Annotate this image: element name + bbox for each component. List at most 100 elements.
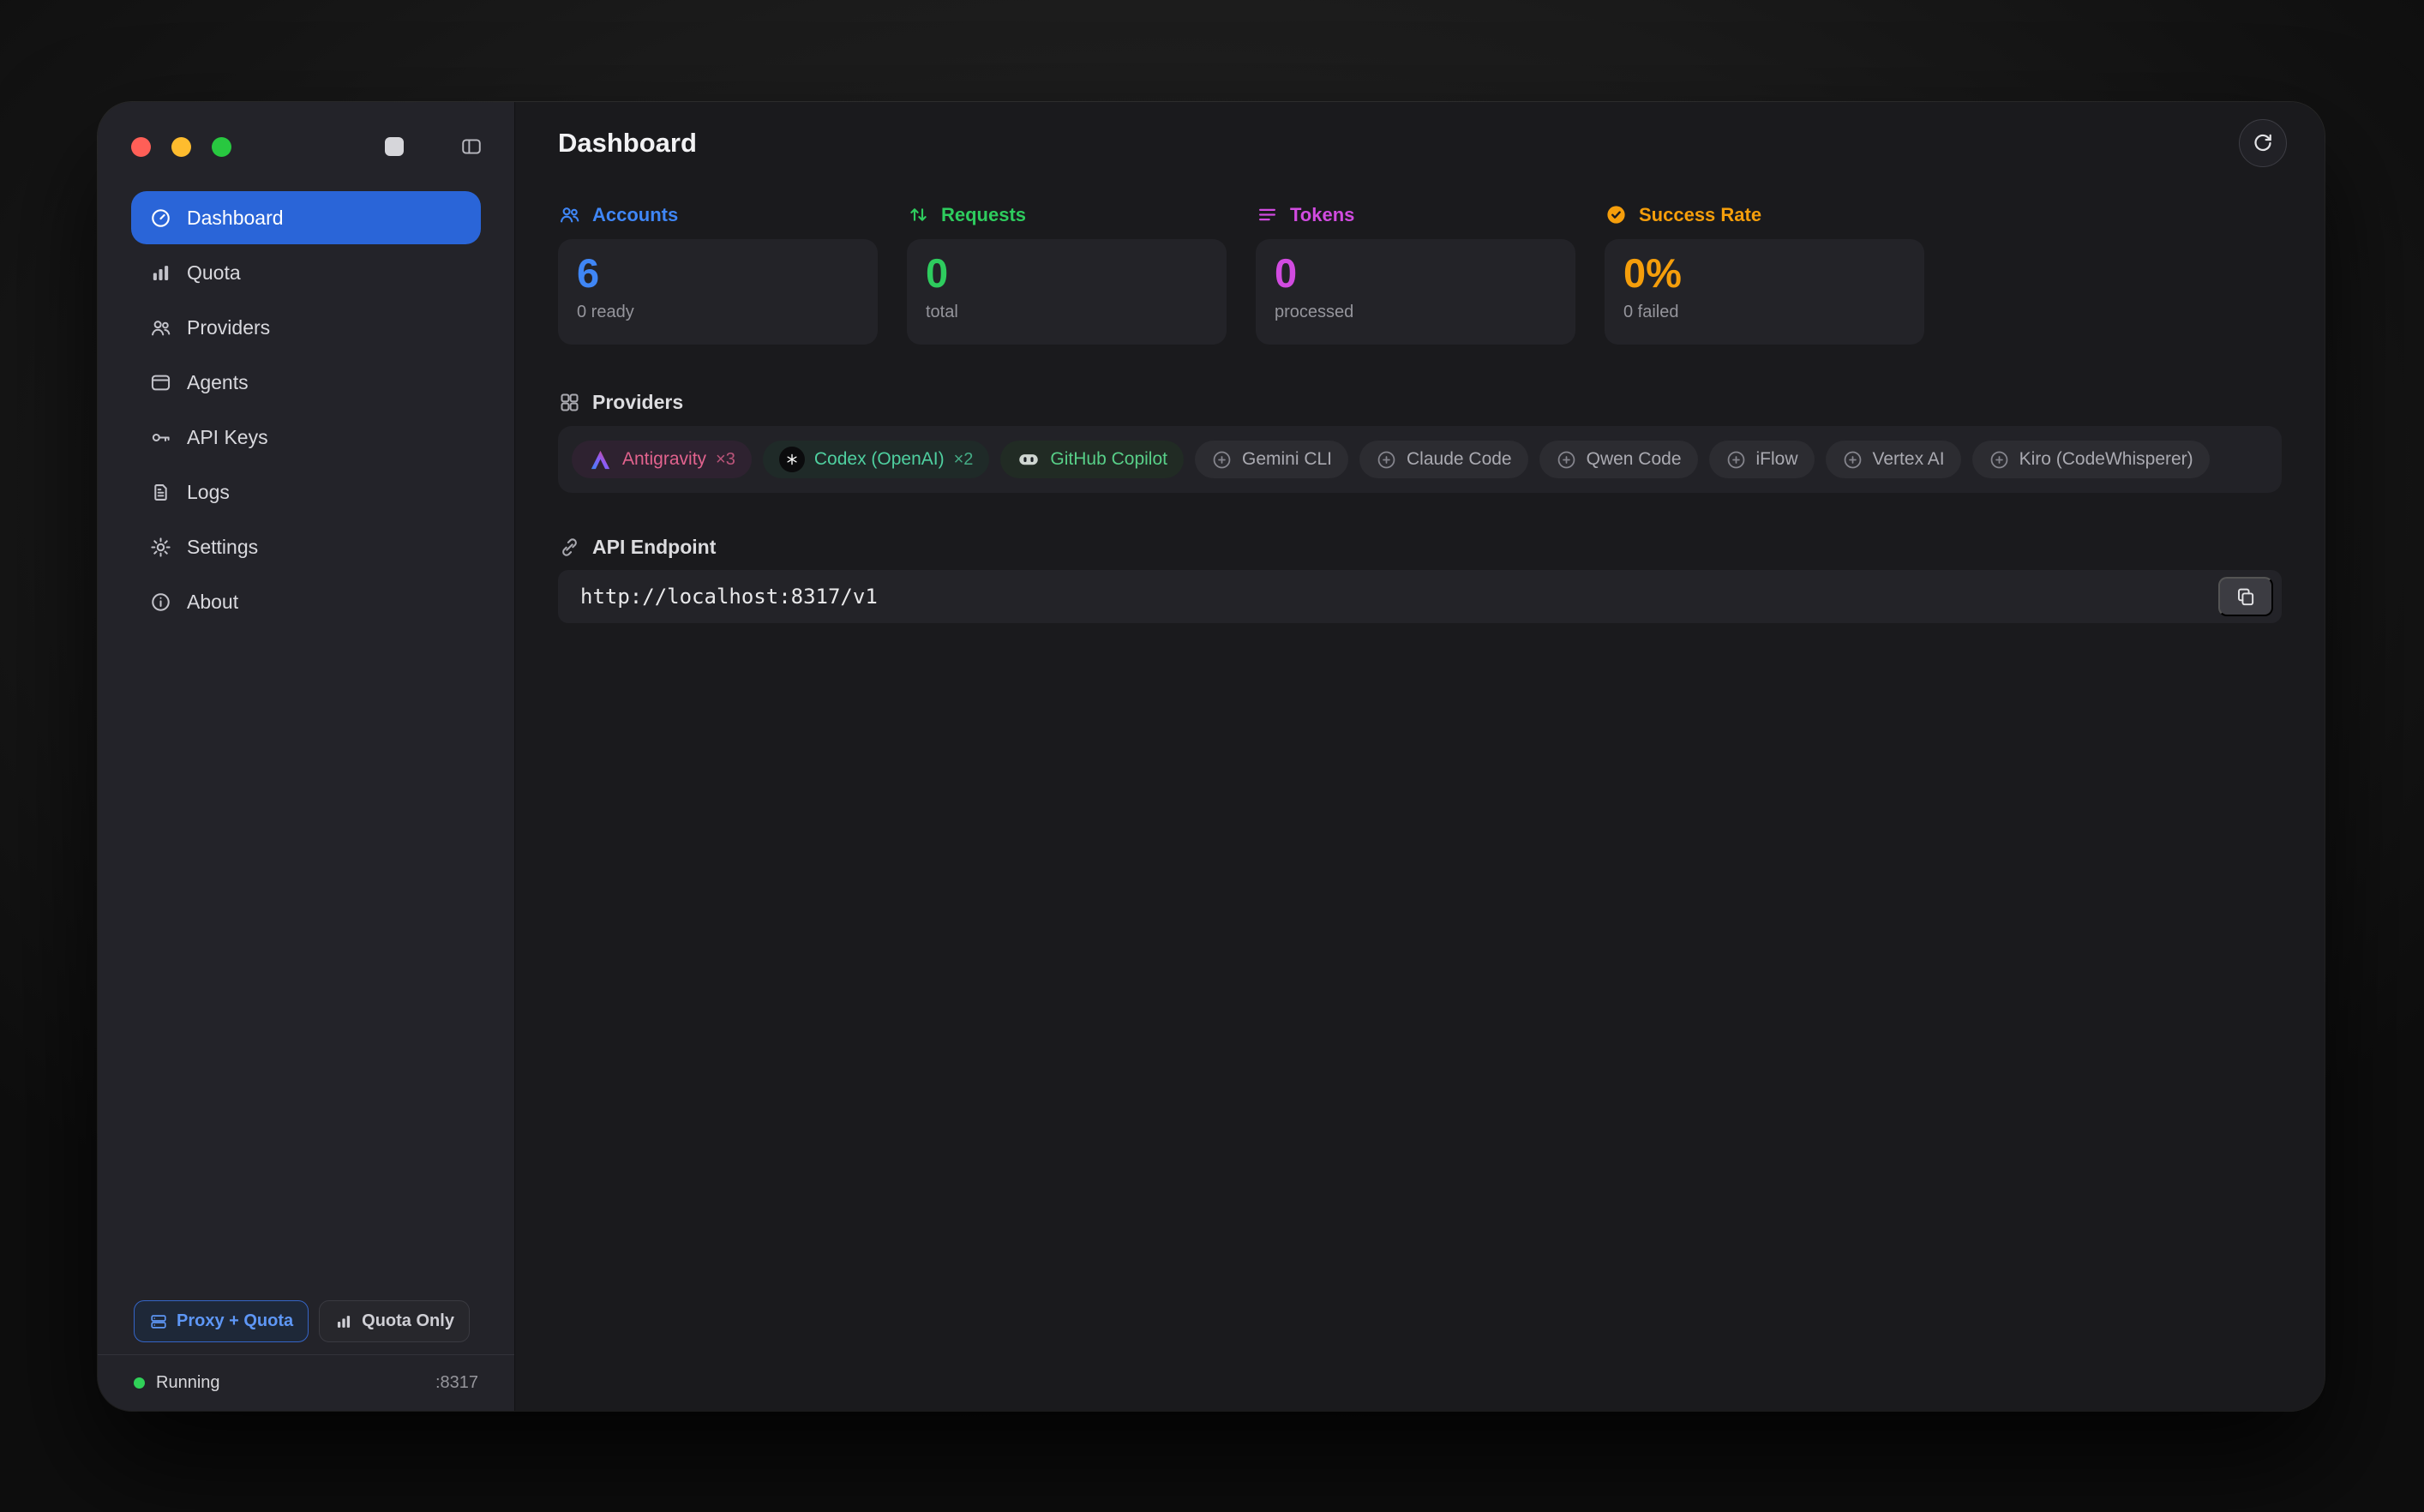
plus-circle-icon — [1989, 449, 2010, 471]
gauge-icon — [149, 207, 172, 230]
sidebar-item-providers[interactable]: Providers — [131, 301, 481, 354]
titlebar-buttons — [380, 132, 486, 161]
provider-chip-label: iFlow — [1756, 449, 1798, 470]
stat-header: Accounts — [558, 203, 878, 226]
copy-endpoint-button[interactable] — [2218, 577, 2273, 616]
providers-panel: Antigravity ×3 Codex (OpenAI) ×2 GitHub … — [558, 426, 2282, 493]
provider-chip-vertex-ai[interactable]: Vertex AI — [1826, 441, 1961, 478]
provider-chip-github-copilot[interactable]: GitHub Copilot — [1000, 441, 1184, 478]
arrows-up-down-icon — [907, 203, 930, 226]
document-icon — [149, 481, 172, 504]
app-window-icon — [149, 371, 172, 394]
provider-chip-iflow[interactable]: iFlow — [1709, 441, 1815, 478]
sidebar-item-label: Settings — [187, 536, 258, 559]
stat-card: 6 0 ready — [558, 239, 878, 345]
sidebar-item-logs[interactable]: Logs — [131, 465, 481, 519]
mode-proxy-quota-button[interactable]: Proxy + Quota — [134, 1300, 309, 1342]
api-endpoint-bar: http://localhost:8317/v1 — [558, 570, 2282, 623]
sidebar-toggle-icon[interactable] — [457, 132, 486, 161]
mini-bars-icon — [334, 1312, 353, 1331]
main-content: Dashboard Accounts 6 0 ready — [515, 102, 2325, 1411]
sidebar-item-quota[interactable]: Quota — [131, 246, 481, 299]
status-dot — [134, 1377, 145, 1389]
stat-sub: 0 failed — [1623, 303, 1905, 322]
status-port: :8317 — [435, 1373, 478, 1393]
link-icon — [558, 536, 581, 559]
stat-success-rate: Success Rate 0% 0 failed — [1605, 203, 1924, 345]
mode-label: Quota Only — [362, 1311, 454, 1331]
stat-sub: total — [926, 303, 1208, 322]
traffic-lights — [131, 137, 231, 157]
list-icon — [1256, 203, 1279, 226]
stat-sub: processed — [1275, 303, 1557, 322]
plus-circle-icon — [1376, 449, 1397, 471]
provider-chip-count: ×3 — [716, 450, 735, 470]
sidebar-nav: Dashboard Quota Providers Agents API Key… — [98, 191, 514, 628]
stats-row: Accounts 6 0 ready Requests 0 total — [515, 203, 2325, 345]
antigravity-logo-icon — [588, 447, 613, 472]
sidebar-bottom: Proxy + Quota Quota Only Running :8317 — [98, 1300, 514, 1411]
stat-label: Accounts — [592, 204, 678, 226]
plus-circle-icon — [1211, 449, 1233, 471]
stat-sub: 0 ready — [577, 303, 859, 322]
gear-icon — [149, 536, 172, 559]
provider-chip-label: GitHub Copilot — [1050, 449, 1167, 470]
refresh-button[interactable] — [2239, 119, 2287, 167]
stop-glyph — [385, 137, 404, 156]
stat-requests: Requests 0 total — [907, 203, 1227, 345]
provider-chip-label: Vertex AI — [1873, 449, 1945, 470]
sidebar-item-label: API Keys — [187, 426, 268, 449]
stat-label: Success Rate — [1639, 204, 1761, 226]
info-icon — [149, 591, 172, 614]
stat-label: Tokens — [1290, 204, 1354, 226]
page-title: Dashboard — [558, 119, 697, 167]
provider-chip-label: Gemini CLI — [1242, 449, 1332, 470]
sidebar-item-label: Dashboard — [187, 207, 284, 230]
provider-chip-gemini-cli[interactable]: Gemini CLI — [1195, 441, 1348, 478]
provider-chip-kiro-codewhisperer[interactable]: Kiro (CodeWhisperer) — [1972, 441, 2210, 478]
minimize-button[interactable] — [171, 137, 191, 157]
provider-chip-claude-code[interactable]: Claude Code — [1359, 441, 1528, 478]
provider-chip-label: Codex (OpenAI) — [814, 449, 945, 470]
mode-toggle: Proxy + Quota Quota Only — [98, 1300, 514, 1354]
provider-chip-codex-openai[interactable]: Codex (OpenAI) ×2 — [763, 441, 990, 478]
proxy-server-icon — [149, 1312, 168, 1331]
users-icon — [558, 203, 581, 226]
stop-icon[interactable] — [380, 132, 409, 161]
server-status-row: Running :8317 — [98, 1354, 514, 1411]
endpoint-section-header: API Endpoint — [515, 536, 2325, 559]
mode-label: Proxy + Quota — [177, 1311, 293, 1331]
sidebar-item-api-keys[interactable]: API Keys — [131, 411, 481, 464]
stat-header: Tokens — [1256, 203, 1575, 226]
plus-circle-icon — [1725, 449, 1747, 471]
plus-circle-icon — [1842, 449, 1863, 471]
sidebar: Dashboard Quota Providers Agents API Key… — [98, 102, 515, 1411]
stat-value: 6 — [577, 251, 859, 297]
sidebar-item-about[interactable]: About — [131, 575, 481, 628]
provider-chip-label: Qwen Code — [1587, 449, 1682, 470]
sidebar-item-settings[interactable]: Settings — [131, 520, 481, 573]
sidebar-item-dashboard[interactable]: Dashboard — [131, 191, 481, 244]
endpoint-section-title: API Endpoint — [592, 536, 716, 559]
stat-card: 0% 0 failed — [1605, 239, 1924, 345]
provider-chip-qwen-code[interactable]: Qwen Code — [1539, 441, 1698, 478]
provider-chip-antigravity[interactable]: Antigravity ×3 — [572, 441, 752, 478]
key-icon — [149, 426, 172, 449]
close-button[interactable] — [131, 137, 151, 157]
desktop-background: Dashboard Quota Providers Agents API Key… — [0, 0, 2424, 1512]
stat-value: 0 — [926, 251, 1208, 297]
openai-logo-icon — [779, 447, 805, 472]
refresh-icon — [2251, 131, 2275, 155]
mode-quota-only-button[interactable]: Quota Only — [319, 1300, 470, 1342]
sidebar-item-agents[interactable]: Agents — [131, 356, 481, 409]
users-icon — [149, 316, 172, 339]
app-window: Dashboard Quota Providers Agents API Key… — [98, 102, 2325, 1411]
stat-card: 0 total — [907, 239, 1227, 345]
stat-tokens: Tokens 0 processed — [1256, 203, 1575, 345]
provider-chip-count: ×2 — [954, 450, 974, 470]
providers-section-header: Providers — [515, 391, 2325, 414]
content-header: Dashboard — [515, 102, 2325, 167]
providers-section-title: Providers — [592, 391, 683, 414]
stat-accounts: Accounts 6 0 ready — [558, 203, 878, 345]
zoom-button[interactable] — [212, 137, 231, 157]
